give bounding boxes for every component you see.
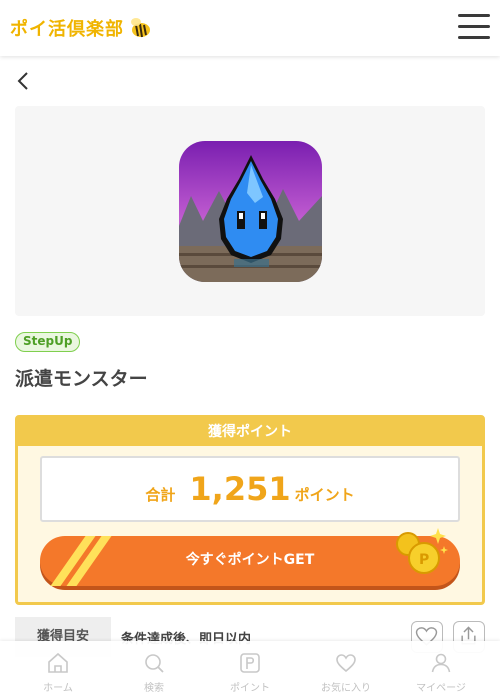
stepup-badge: StepUp	[15, 332, 81, 352]
nav-mypage[interactable]: マイページ	[393, 641, 489, 700]
nav-label: お気に入り	[321, 683, 371, 694]
points-header: 獲得ポイント	[18, 418, 482, 446]
nav-home[interactable]: ホーム	[10, 641, 106, 700]
app-icon-image	[179, 141, 322, 282]
total-points-value: 1,251	[189, 470, 291, 508]
points-unit: ポイント	[294, 486, 355, 504]
total-points-box: 合計 1,251 ポイント	[40, 456, 460, 522]
logo-text: ポイ活倶楽部	[10, 19, 124, 40]
coins-icon: P	[396, 528, 448, 574]
heart-icon	[336, 654, 356, 673]
nav-label: ポイント	[230, 683, 270, 694]
nav-search[interactable]: 検索	[106, 641, 202, 700]
bee-icon	[131, 18, 150, 38]
search-icon	[145, 654, 164, 673]
chevron-left-icon[interactable]	[12, 68, 36, 94]
svg-text:P: P	[419, 552, 429, 568]
app-title: 派遣モンスター	[15, 368, 148, 390]
points-card: 獲得ポイント 合計 1,251 ポイント 今すぐポイントGET P	[15, 415, 485, 605]
get-points-button[interactable]: 今すぐポイントGET P	[40, 528, 460, 586]
nav-favorites[interactable]: お気に入り	[298, 641, 394, 700]
get-points-label: 今すぐポイントGET	[185, 552, 315, 568]
hamburger-menu-icon[interactable]	[458, 13, 490, 41]
home-icon	[48, 652, 68, 673]
nav-points[interactable]: ポイント	[202, 641, 298, 700]
nav-label: ホーム	[43, 683, 73, 694]
person-icon	[431, 653, 451, 673]
page: ポイ活倶楽部 StepUp 派遣モンスター 獲得ポイント 合計 1,251 ポイ…	[0, 0, 500, 700]
app-image-panel	[15, 106, 485, 316]
nav-label: マイページ	[416, 683, 466, 694]
logo[interactable]: ポイ活倶楽部	[10, 14, 152, 42]
app-header: ポイ活倶楽部	[0, 0, 500, 56]
nav-label: 検索	[144, 683, 164, 694]
point-icon	[240, 653, 260, 673]
total-label: 合計	[145, 486, 176, 504]
bottom-navigation: ホーム 検索 ポイント お気に入り マイページ	[0, 641, 500, 700]
